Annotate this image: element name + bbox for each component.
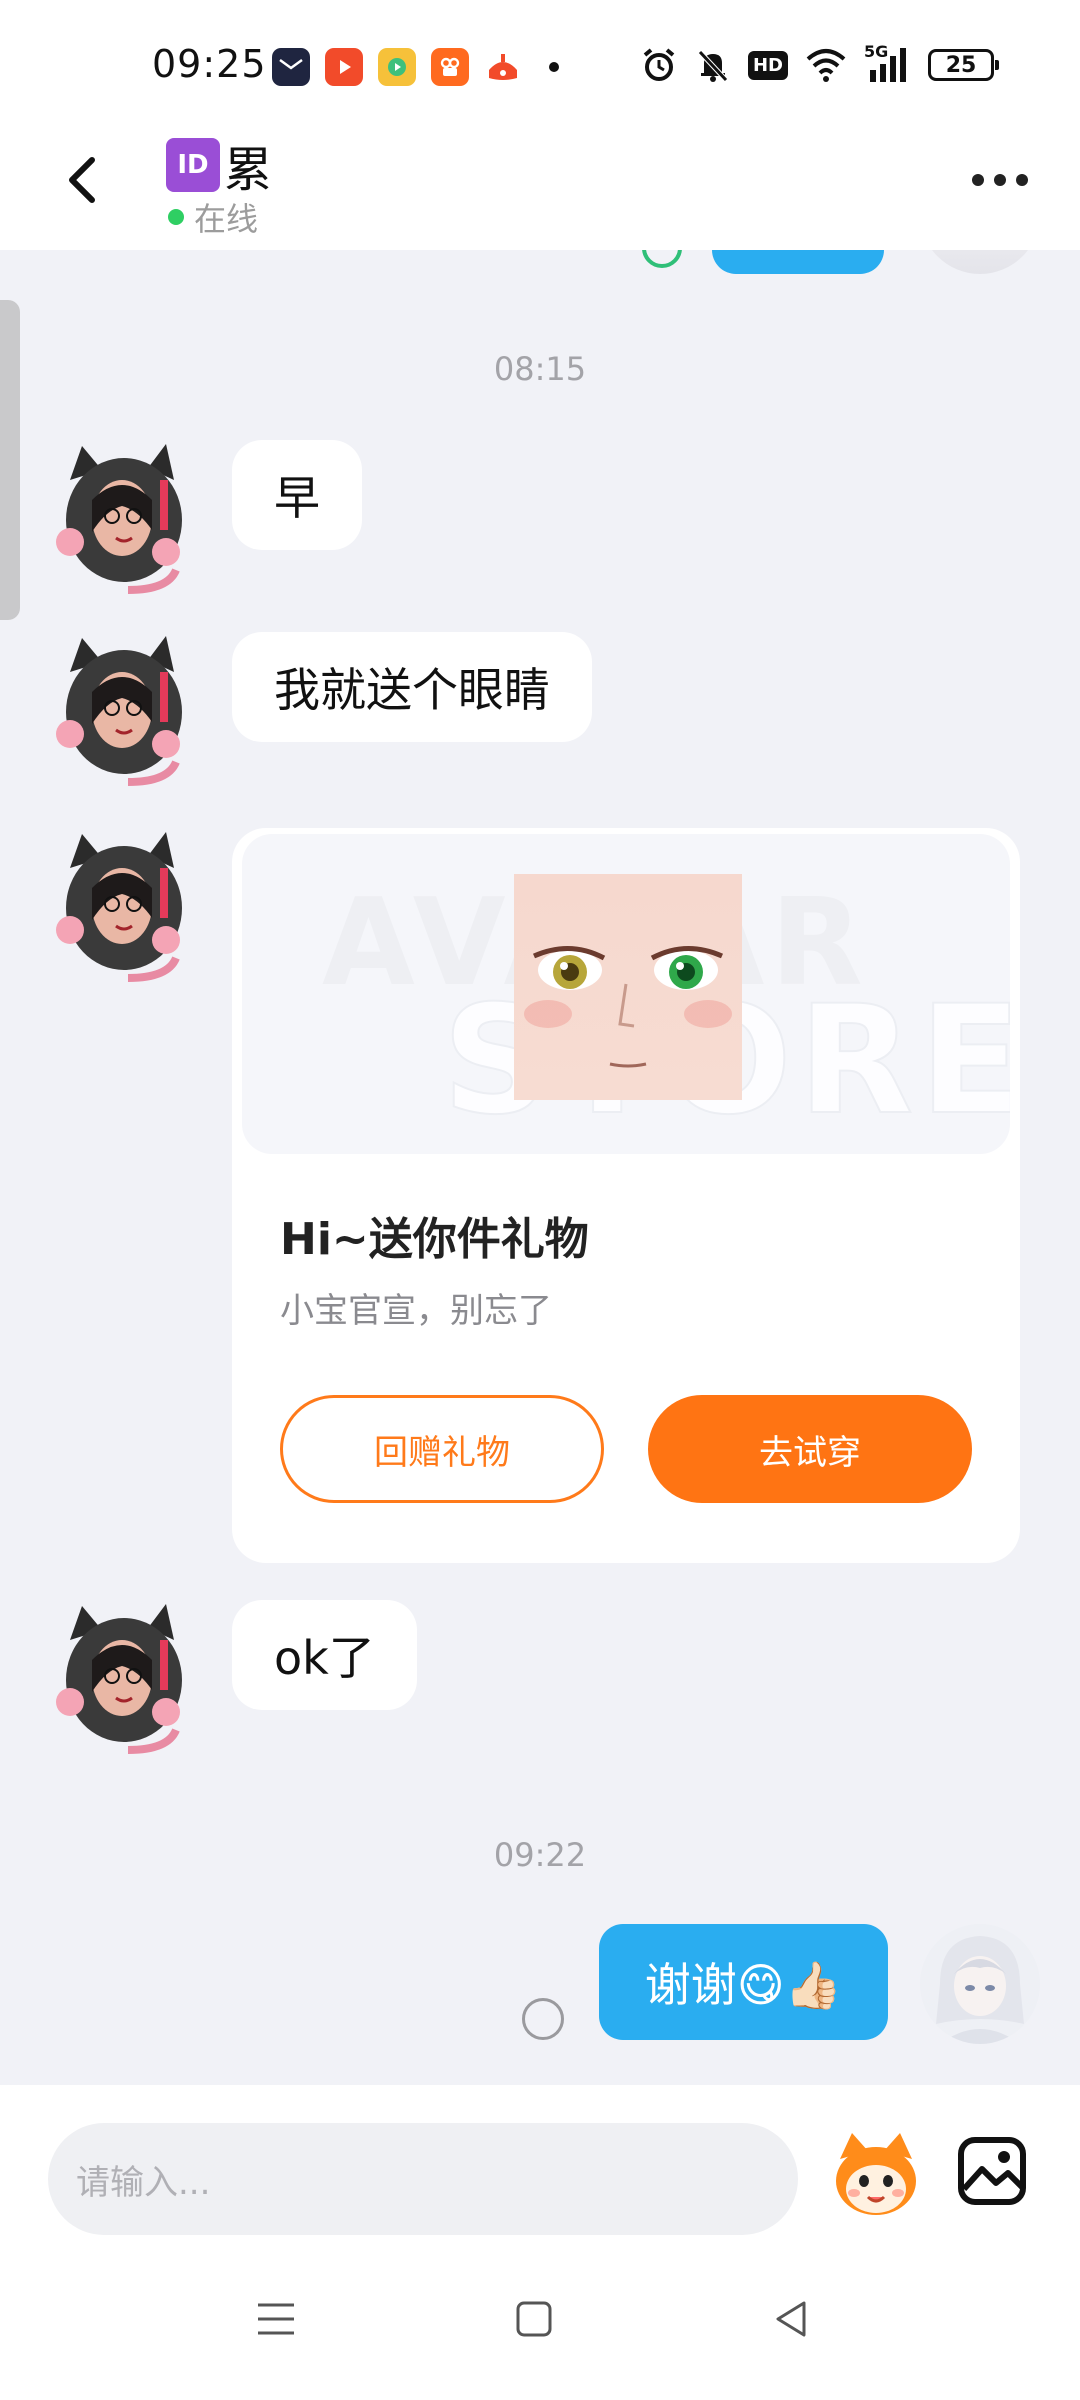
battery-indicator: 25 xyxy=(928,49,999,81)
gift-card-subtitle: 小宝官宣，别忘了 xyxy=(280,1291,552,1331)
kuaishou-app-icon xyxy=(431,48,469,86)
menu-icon[interactable] xyxy=(252,2295,300,2343)
status-time: 09:25 xyxy=(152,42,267,86)
cooker-app-icon xyxy=(484,48,522,86)
message-list[interactable]: 08:15 早 我就送个眼睛 Hi~送你件礼物 小宝官宣，别忘了 回赠礼物 去试… xyxy=(0,250,1080,2085)
emoji-mascot-icon[interactable] xyxy=(830,2129,922,2221)
online-status: 在线 xyxy=(168,194,258,240)
image-picker-icon[interactable] xyxy=(956,2135,1028,2207)
send-status-icon xyxy=(522,1998,564,2040)
notification-icons xyxy=(272,48,559,86)
home-icon[interactable] xyxy=(510,2295,558,2343)
message-bubble[interactable]: 我就送个眼睛 xyxy=(232,632,592,742)
message-text: 我就送个眼睛 xyxy=(274,663,550,717)
message-input[interactable]: 请输入... xyxy=(48,2123,798,2235)
signal-icon: 5G xyxy=(864,42,912,84)
gift-preview-image[interactable]: AVATAR STORE xyxy=(242,834,1010,1154)
message-timestamp: 08:15 xyxy=(493,350,587,388)
system-icons: HD 5G 25 xyxy=(640,42,999,84)
chat-header: ID 累 在线 xyxy=(0,130,1080,250)
wifi-icon xyxy=(806,49,846,82)
contact-avatar[interactable] xyxy=(48,828,196,984)
message-bubble[interactable]: 早 xyxy=(232,440,362,550)
message-timestamp: 09:22 xyxy=(493,1836,587,1874)
id-badge-icon: ID xyxy=(166,138,220,192)
player-app-icon xyxy=(378,48,416,86)
contact-name[interactable]: ID 累 xyxy=(166,130,272,200)
previous-avatar xyxy=(920,250,1040,274)
contact-avatar[interactable] xyxy=(48,440,196,596)
scrollbar[interactable] xyxy=(0,300,20,620)
message-bubble[interactable]: ok了 xyxy=(232,1600,417,1710)
contact-name-text: 累 xyxy=(224,142,273,198)
my-avatar[interactable] xyxy=(920,1924,1040,2044)
more-notifications-dot xyxy=(549,62,559,72)
hd-icon: HD xyxy=(747,50,788,80)
try-on-button[interactable]: 去试穿 xyxy=(648,1395,972,1503)
previous-bubble xyxy=(712,250,884,274)
message-text: 早 xyxy=(274,471,320,525)
chat-screen: 09:25 HD 5G 25 ID 累 在线 08:15 早 我就送个眼睛 Hi… xyxy=(0,0,1080,2400)
online-dot-icon xyxy=(168,209,184,225)
input-bar: 请输入... xyxy=(0,2085,1080,2235)
contact-avatar[interactable] xyxy=(48,632,196,788)
my-message-bubble[interactable]: 谢谢😋👍🏻 xyxy=(598,1924,888,2040)
online-status-text: 在线 xyxy=(194,200,259,238)
avatar-face-image xyxy=(514,874,742,1100)
return-gift-button[interactable]: 回赠礼物 xyxy=(280,1395,604,1503)
more-options-icon[interactable] xyxy=(972,174,1028,186)
video-app-icon xyxy=(325,48,363,86)
system-nav-bar xyxy=(0,2235,1080,2400)
back-arrow-icon[interactable] xyxy=(56,150,116,210)
back-icon[interactable] xyxy=(768,2295,816,2343)
message-text: ok了 xyxy=(274,1631,375,1685)
read-status-icon xyxy=(642,250,682,268)
status-bar: 09:25 HD 5G 25 xyxy=(0,0,1080,130)
mail-app-icon xyxy=(272,48,310,86)
mute-bell-icon xyxy=(698,50,728,82)
alarm-icon xyxy=(643,48,675,81)
my-message-text: 谢谢😋👍🏻 xyxy=(644,1958,842,2012)
contact-avatar[interactable] xyxy=(48,1600,196,1756)
gift-card-title: Hi~送你件礼物 xyxy=(280,1214,589,1265)
gift-card[interactable]: AVATAR STORE xyxy=(232,828,1020,1563)
